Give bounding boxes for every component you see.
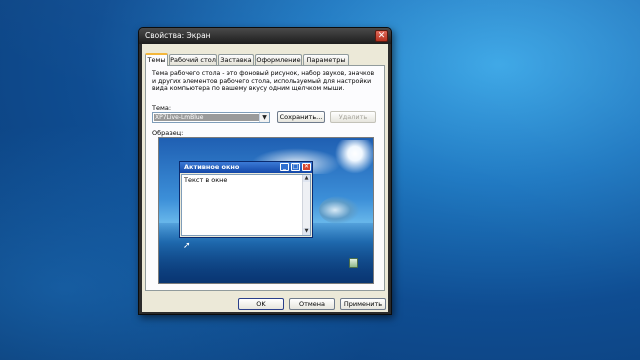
preview-dolphin-image <box>319 196 359 224</box>
scroll-down-icon: ▼ <box>303 228 310 235</box>
themes-description: Тема рабочего стола - это фоновый рисуно… <box>152 70 375 93</box>
theme-preview: ➚ Активное окно _ □ ✕ Текст в окне ▲ ▼ <box>158 137 374 284</box>
theme-label: Тема: <box>152 104 172 112</box>
preview-scrollbar: ▲ ▼ <box>302 175 310 235</box>
apply-button[interactable]: Применить <box>340 298 386 310</box>
cancel-button[interactable]: Отмена <box>289 298 335 310</box>
dialog-title: Свойства: Экран <box>145 31 211 40</box>
delete-theme-button[interactable]: Удалить <box>330 111 376 123</box>
scroll-up-icon: ▲ <box>303 175 310 182</box>
cursor-icon: ➚ <box>183 241 191 251</box>
preview-window-titlebar: Активное окно _ □ ✕ <box>180 162 312 173</box>
minimize-icon: _ <box>280 163 289 171</box>
preview-label: Образец: <box>152 129 184 137</box>
theme-dropdown-value: XP7Live-LmBlue <box>154 114 259 121</box>
close-icon: ✕ <box>302 163 311 171</box>
tab-desktop[interactable]: Рабочий стол <box>169 54 217 65</box>
tab-screensaver[interactable]: Заставка <box>218 54 254 65</box>
display-properties-dialog: Свойства: Экран ✕ Темы Рабочий стол Заст… <box>138 27 392 315</box>
preview-window-text: Текст в окне <box>184 176 228 184</box>
tab-themes[interactable]: Темы <box>145 53 168 66</box>
maximize-icon: □ <box>291 163 300 171</box>
dialog-titlebar[interactable]: Свойства: Экран ✕ <box>139 28 391 44</box>
preview-sun <box>335 140 373 174</box>
close-icon: ✕ <box>377 31 386 41</box>
dialog-client-area: Темы Рабочий стол Заставка Оформление Па… <box>142 44 388 312</box>
ok-button[interactable]: OK <box>238 298 284 310</box>
close-button[interactable]: ✕ <box>375 30 388 42</box>
preview-active-window: Активное окно _ □ ✕ Текст в окне ▲ ▼ <box>179 161 313 238</box>
preview-window-title: Активное окно <box>184 163 240 171</box>
themes-panel: Тема рабочего стола - это фоновый рисуно… <box>145 65 385 291</box>
save-theme-button[interactable]: Сохранить... <box>277 111 325 123</box>
theme-dropdown[interactable]: XP7Live-LmBlue ▼ <box>152 112 270 123</box>
recycle-bin-icon <box>349 258 358 268</box>
tab-appearance[interactable]: Оформление <box>255 54 302 65</box>
chevron-down-icon[interactable]: ▼ <box>259 113 269 122</box>
preview-window-body: Текст в окне ▲ ▼ <box>181 174 311 236</box>
tab-settings[interactable]: Параметры <box>303 54 349 65</box>
